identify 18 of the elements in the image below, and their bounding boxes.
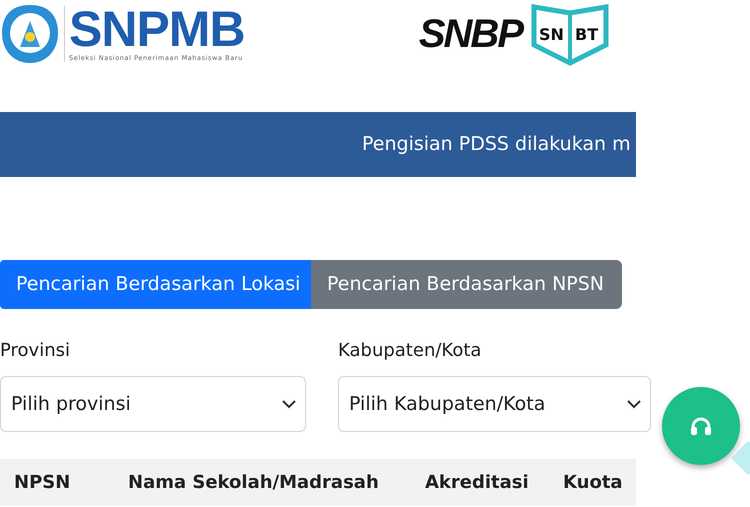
headphones-icon bbox=[690, 416, 712, 436]
column-header: Kuota bbox=[563, 471, 623, 495]
search-tab[interactable]: Pencarian Berdasarkan Lokasi bbox=[0, 260, 311, 309]
chevron-down-icon bbox=[626, 399, 642, 409]
select-field[interactable]: Pilih Kabupaten/Kota bbox=[338, 376, 651, 432]
column-header: NPSN bbox=[14, 471, 70, 495]
field-label: Kabupaten/Kota bbox=[338, 339, 482, 363]
search-tab[interactable]: Pencarian Berdasarkan NPSN bbox=[311, 260, 622, 309]
announcement-text: Pengisian PDSS dilakukan m bbox=[361, 132, 631, 158]
select-field[interactable]: Pilih provinsi bbox=[0, 376, 306, 432]
field-label: Provinsi bbox=[0, 339, 71, 363]
column-header: Nama Sekolah/Madrasah bbox=[128, 471, 379, 495]
emblem-icon bbox=[0, 3, 60, 65]
column-header: Akreditasi bbox=[425, 471, 529, 495]
chevron-down-icon bbox=[281, 399, 297, 409]
logo-text: SNBP bbox=[418, 14, 522, 54]
help-button[interactable] bbox=[662, 387, 740, 465]
logo-text: SNPMB bbox=[69, 4, 245, 54]
